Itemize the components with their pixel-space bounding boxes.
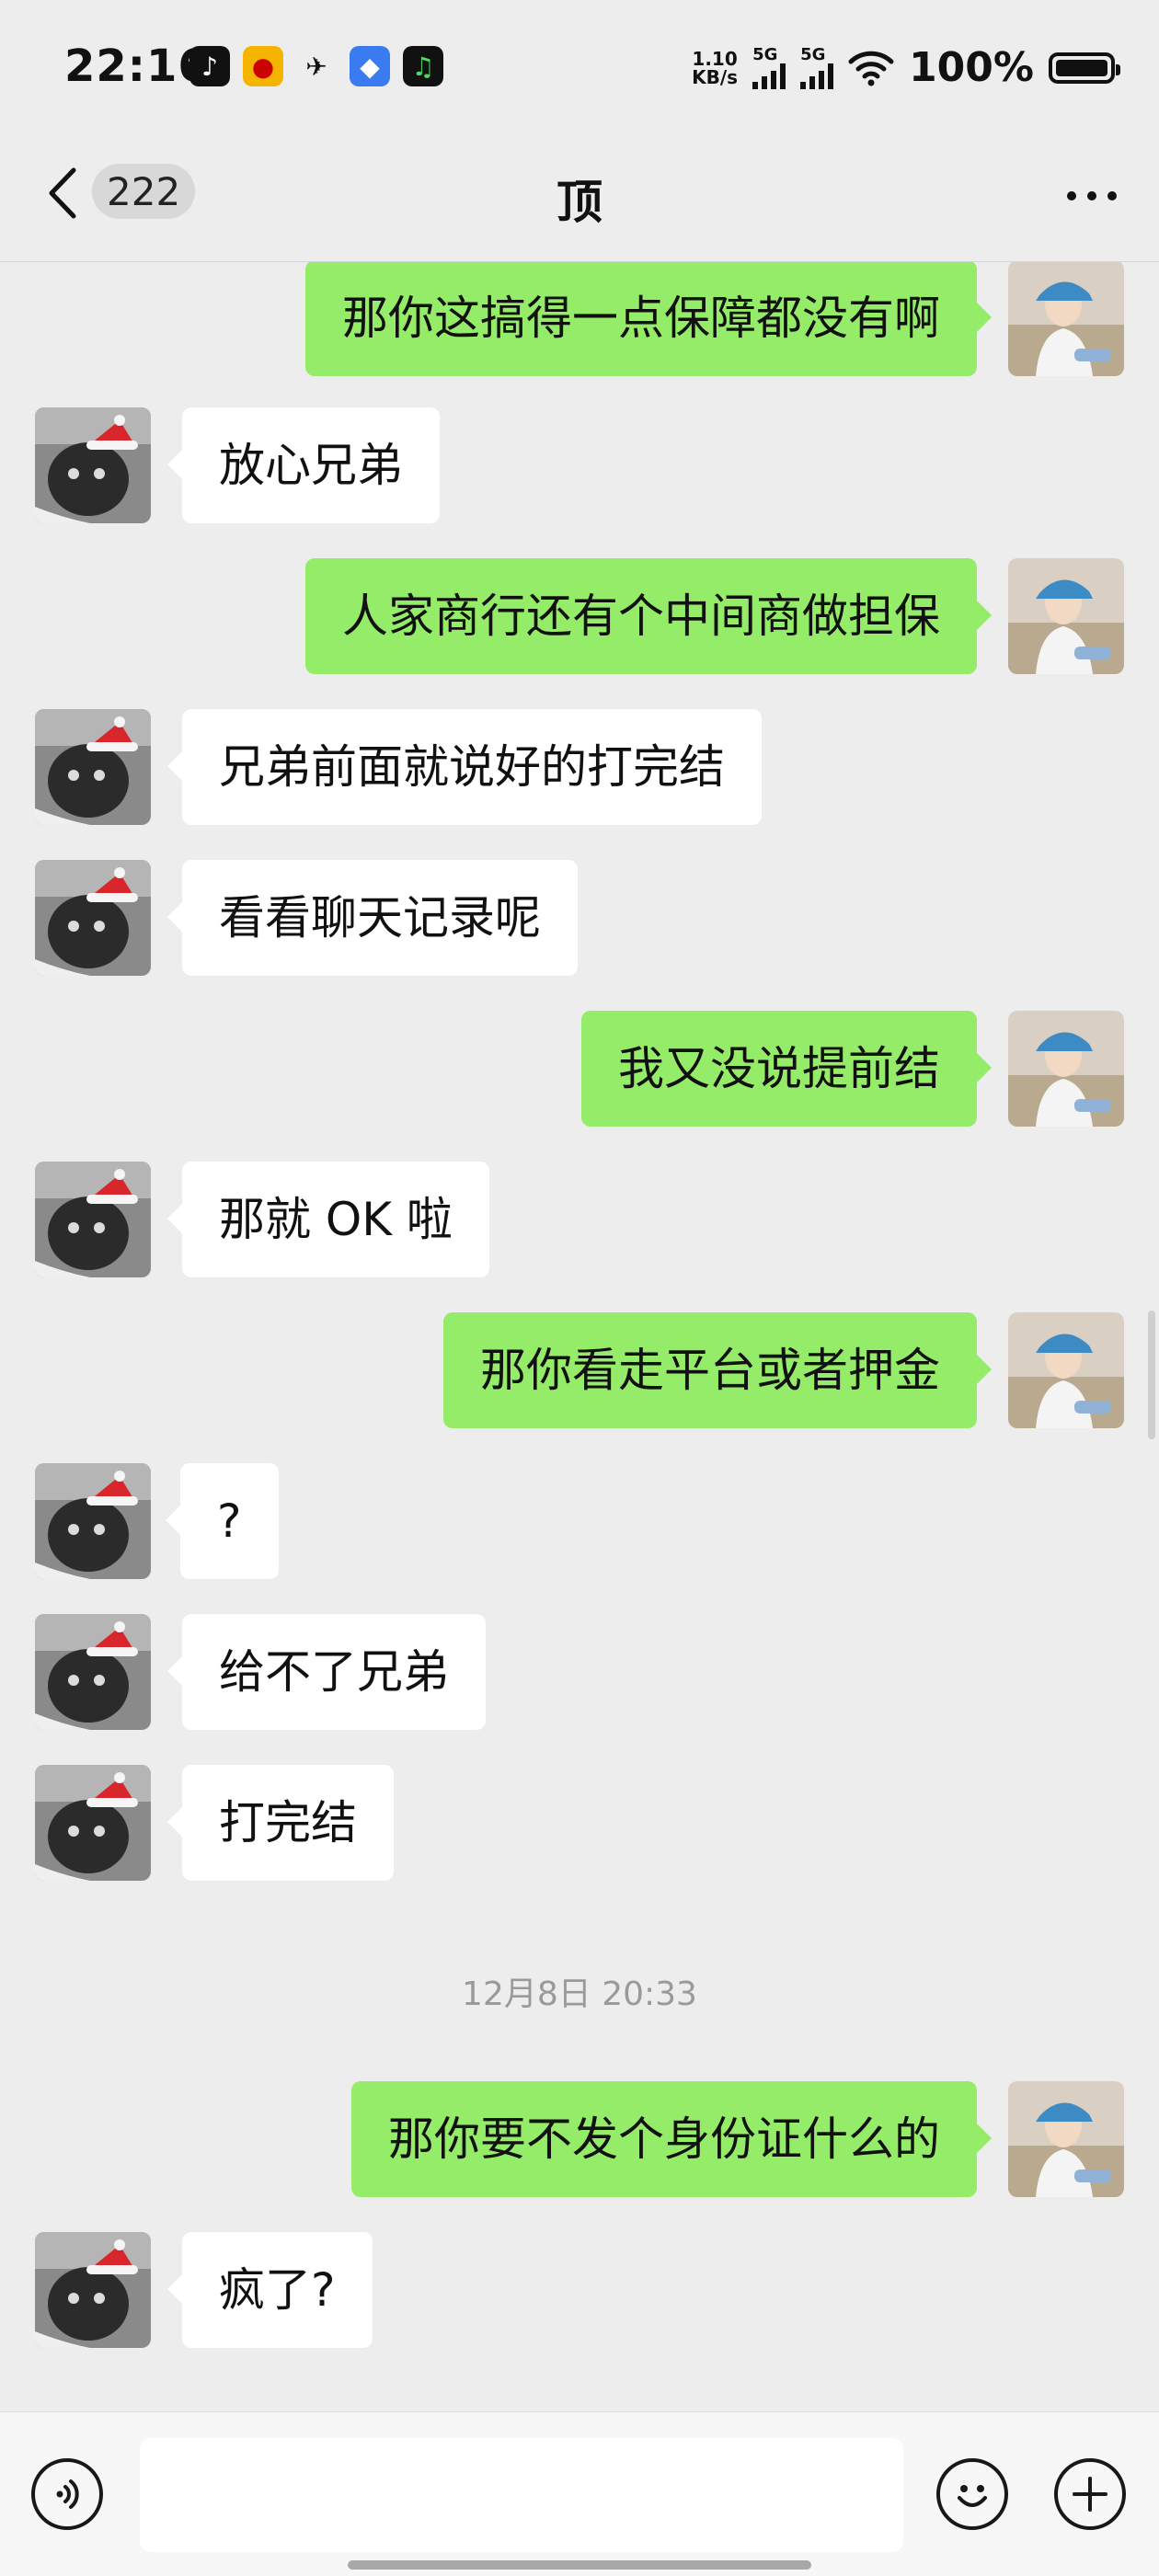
signal-icon-2: 5G bbox=[800, 46, 834, 89]
message-list[interactable]: 那你这搞得一点保障都没有啊 放心兄弟 人家商行还有个中间商做担保 兄弟前面就说好… bbox=[0, 262, 1159, 2411]
chat-header: 222 顶 bbox=[0, 138, 1159, 262]
my-avatar[interactable] bbox=[1008, 262, 1124, 376]
message-bubble[interactable]: 打完结 bbox=[167, 1765, 394, 1881]
scrollbar[interactable] bbox=[1148, 1311, 1155, 1439]
music-app-icon: ♫ bbox=[403, 46, 443, 86]
message-bubble[interactable]: 给不了兄弟 bbox=[167, 1614, 486, 1730]
message-bubble[interactable]: 我又没说提前结 bbox=[581, 1011, 992, 1127]
my-avatar[interactable] bbox=[1008, 2081, 1124, 2197]
my-avatar[interactable] bbox=[1008, 1312, 1124, 1428]
status-right: 1.10 KB/s 5G 5G 100% bbox=[692, 44, 1120, 91]
message-bubble[interactable]: 人家商行还有个中间商做担保 bbox=[305, 558, 992, 674]
battery-percent: 100% bbox=[909, 44, 1034, 91]
message-bubble[interactable]: 那你这搞得一点保障都没有啊 bbox=[305, 262, 992, 376]
contact-avatar[interactable] bbox=[35, 860, 151, 976]
message-bubble[interactable]: 兄弟前面就说好的打完结 bbox=[167, 709, 762, 825]
battery-icon bbox=[1049, 52, 1120, 84]
emoji-icon bbox=[958, 2485, 987, 2507]
input-bar bbox=[0, 2411, 1159, 2576]
my-avatar[interactable] bbox=[1008, 558, 1124, 674]
status-bar: 22:16 ♪ ● ✈ ◆ ♫ 1.10 KB/s 5G 5G 100% bbox=[0, 0, 1159, 138]
app-notification-icon: ● bbox=[243, 46, 283, 86]
message-bubble[interactable]: 那就 OK 啦 bbox=[167, 1162, 489, 1277]
contact-avatar[interactable] bbox=[35, 1614, 151, 1730]
message-bubble[interactable]: 放心兄弟 bbox=[167, 407, 440, 523]
voice-button[interactable] bbox=[31, 2458, 103, 2530]
chat-title: 顶 bbox=[557, 176, 602, 229]
message-bubble[interactable]: 看看聊天记录呢 bbox=[167, 860, 578, 976]
emoji-button[interactable] bbox=[936, 2458, 1008, 2530]
message-bubble[interactable]: 那你看走平台或者押金 bbox=[443, 1312, 992, 1428]
contact-avatar[interactable] bbox=[35, 1162, 151, 1277]
plus-button[interactable] bbox=[1054, 2458, 1126, 2530]
status-time: 22:16 bbox=[64, 40, 210, 92]
net-speed: 1.10 KB/s bbox=[692, 47, 739, 88]
signal-icon: 5G bbox=[752, 46, 786, 89]
wifi-icon bbox=[848, 51, 894, 86]
voice-icon bbox=[56, 2479, 79, 2509]
home-indicator[interactable] bbox=[348, 2560, 811, 2570]
contact-avatar[interactable] bbox=[35, 407, 151, 523]
notification-icons: ♪ ● ✈ ◆ ♫ bbox=[189, 46, 443, 86]
message-bubble[interactable]: 那你要不发个身份证什么的 bbox=[351, 2081, 992, 2197]
plus-icon bbox=[1073, 2477, 1107, 2512]
message-bubble[interactable]: ? bbox=[166, 1463, 279, 1579]
tiktok-icon: ♪ bbox=[189, 46, 230, 86]
time-separator: 12月8日 20:33 bbox=[462, 1975, 697, 2013]
contact-avatar[interactable] bbox=[35, 2232, 151, 2348]
more-dots-icon[interactable] bbox=[1067, 191, 1117, 200]
browser-app-icon: ◆ bbox=[350, 46, 390, 86]
contact-avatar[interactable] bbox=[35, 1765, 151, 1881]
message-input[interactable] bbox=[140, 2438, 903, 2552]
contact-avatar[interactable] bbox=[35, 709, 151, 825]
bird-app-icon: ✈ bbox=[305, 51, 327, 82]
contact-avatar[interactable] bbox=[35, 1463, 151, 1579]
message-bubble[interactable]: 疯了? bbox=[167, 2232, 373, 2348]
my-avatar[interactable] bbox=[1008, 1011, 1124, 1127]
